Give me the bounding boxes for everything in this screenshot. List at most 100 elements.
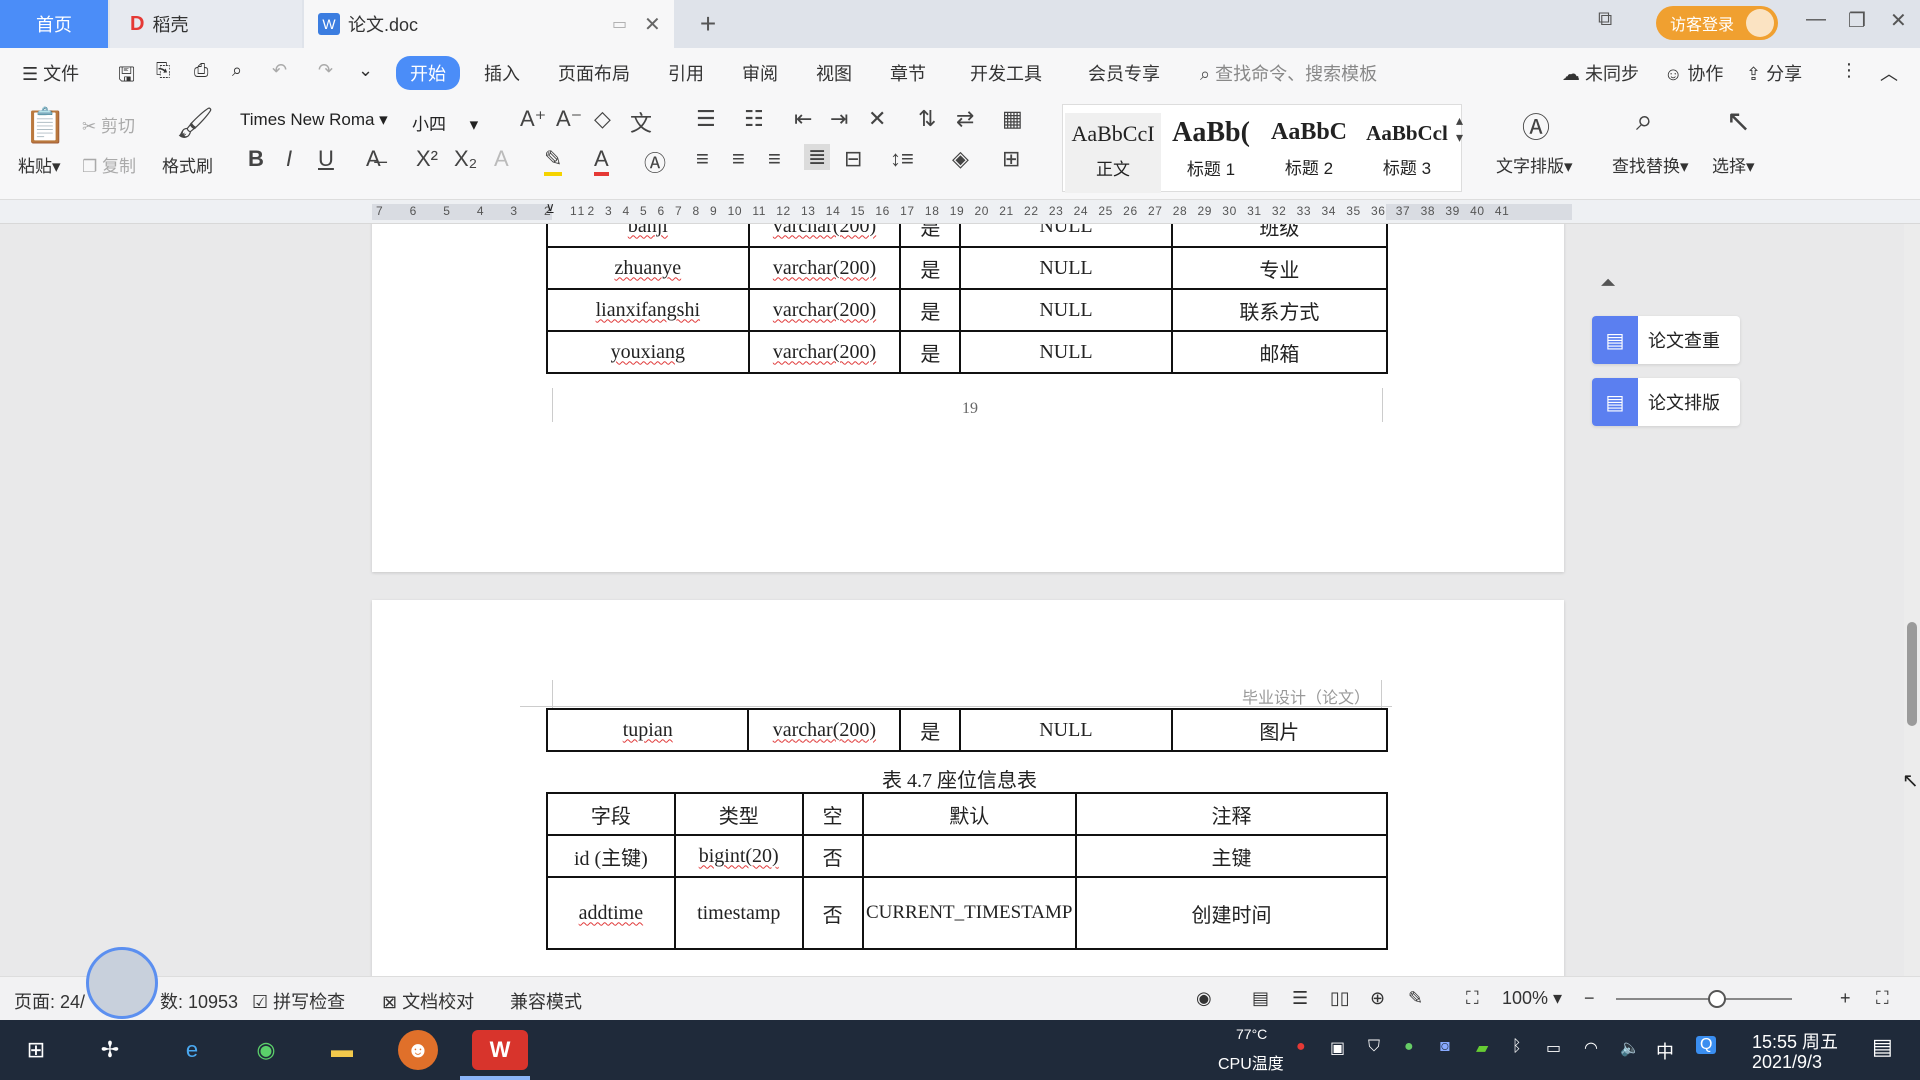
table-cell[interactable]: lianxifangshi — [546, 288, 750, 332]
ruler[interactable]: 7 6 5 4 3 2 1 1 2 3 4 5 6 7 8 9 10 11 12… — [0, 200, 1920, 224]
magnifier-icon[interactable]: ⌕ — [1636, 104, 1653, 138]
bold-icon[interactable]: B — [248, 146, 264, 172]
style-heading3[interactable]: AaBbCcl 标题 3 — [1359, 113, 1455, 193]
text-effect-icon[interactable]: A — [494, 146, 509, 172]
line-spacing-icon[interactable]: ↕≡ — [890, 146, 914, 172]
style-heading1[interactable]: AaBb( 标题 1 — [1163, 113, 1259, 193]
menu-insert[interactable]: 插入 — [484, 60, 520, 86]
indent-marker-icon[interactable]: ⊻ — [546, 202, 555, 216]
table-cell[interactable]: 注释 — [1074, 792, 1389, 836]
table-cell[interactable]: 专业 — [1170, 246, 1389, 290]
thesis-check-button[interactable]: ▤ 论文查重 — [1592, 316, 1740, 364]
style-heading2[interactable]: AaBbC 标题 2 — [1261, 113, 1357, 193]
zoom-out-icon[interactable]: − — [1584, 988, 1595, 1009]
vertical-scrollbar[interactable] — [1904, 224, 1920, 976]
select-button[interactable]: 选择▾ — [1712, 152, 1755, 177]
table-cell[interactable]: NULL — [959, 246, 1173, 290]
cut-button[interactable]: ✂ 剪切 — [82, 112, 135, 137]
font-color-icon[interactable]: A — [594, 146, 609, 176]
menu-vip[interactable]: 会员专享 — [1088, 60, 1160, 86]
sort-icon[interactable]: ⇅ — [918, 106, 936, 132]
close-window-icon[interactable]: ✕ — [1890, 8, 1907, 33]
format-painter-icon[interactable]: 🖌 — [176, 106, 214, 141]
volume-icon[interactable]: 🔈 — [1620, 1038, 1640, 1058]
menu-review[interactable]: 审阅 — [742, 60, 778, 86]
table-cell[interactable]: 空 — [801, 792, 864, 836]
menu-chapter[interactable]: 章节 — [890, 60, 926, 86]
notification-icon[interactable]: ▤ — [1872, 1034, 1893, 1060]
fit-page-icon[interactable]: ⛶ — [1466, 988, 1479, 1009]
assistant-avatar[interactable] — [86, 947, 158, 1019]
table-cell[interactable]: 创建时间 — [1074, 876, 1389, 950]
share-button[interactable]: ⇪ 分享 — [1746, 60, 1802, 86]
text-layout-icon[interactable]: Ⓐ — [1522, 106, 1550, 146]
bluetooth-icon[interactable]: ᛒ — [1512, 1038, 1522, 1056]
file-explorer-icon[interactable]: ▬ — [322, 1030, 362, 1070]
table-cell[interactable]: timestamp — [673, 876, 804, 950]
table-cell[interactable]: NULL — [959, 708, 1173, 752]
superscript-icon[interactable]: X² — [416, 146, 438, 172]
table-tools-icon[interactable]: ▦ — [1002, 106, 1023, 132]
tray-icon-2[interactable]: ▣ — [1330, 1038, 1345, 1058]
decrease-indent-icon[interactable]: ⇤ — [794, 106, 812, 132]
menu-references[interactable]: 引用 — [668, 60, 704, 86]
menu-page-layout[interactable]: 页面布局 — [558, 60, 630, 86]
paste-icon[interactable]: 📋 — [24, 106, 66, 146]
windows-start-icon[interactable]: ⊞ — [16, 1030, 56, 1070]
fullscreen-icon[interactable]: ⛶ — [1876, 988, 1889, 1009]
proofread-button[interactable]: ⊠ 文档校对 — [382, 988, 474, 1014]
scroll-top-icon[interactable]: ⏶ — [1600, 272, 1616, 295]
pen-icon[interactable]: ✎ — [1408, 988, 1423, 1009]
table-cell[interactable]: youxiang — [546, 330, 750, 374]
borders-icon[interactable]: ⊞ — [1002, 146, 1020, 172]
login-button[interactable]: 访客登录 — [1656, 6, 1778, 40]
font-size-select[interactable]: 小四 ▾ — [412, 110, 508, 136]
bullet-list-icon[interactable]: ☰ — [696, 106, 716, 132]
document-area[interactable]: banji varchar(200) 是 NULL 班级 zhuanye varchar(2… — [0, 224, 1920, 976]
nvidia-icon[interactable]: ▰ — [1476, 1038, 1488, 1058]
zoom-slider[interactable] — [1616, 990, 1792, 1008]
text-direction-icon[interactable]: ⇄ — [956, 106, 974, 132]
print-icon[interactable]: ⎙ — [194, 60, 208, 81]
tray-icon-1[interactable]: ● — [1296, 1038, 1306, 1056]
more-icon[interactable]: ⋮ — [1840, 60, 1858, 81]
tray-icon-3[interactable]: ● — [1404, 1038, 1414, 1056]
new-tab-button[interactable]: + — [690, 0, 726, 48]
table-cell[interactable]: 邮箱 — [1170, 330, 1389, 374]
table-cell[interactable]: 主键 — [1074, 834, 1389, 878]
cursor-icon[interactable]: ↖ — [1726, 104, 1751, 139]
clear-format-icon[interactable]: ◇ — [594, 106, 611, 132]
table-cell[interactable]: varchar(200) — [747, 330, 902, 374]
table-cell[interactable]: bigint(20) — [673, 834, 804, 878]
eye-protect-icon[interactable]: ◉ — [1196, 988, 1212, 1009]
table-cell[interactable]: 字段 — [546, 792, 676, 836]
table-cell[interactable]: CURRENT_TIMESTAMP — [861, 876, 1077, 950]
export-icon[interactable]: ⎘ — [156, 60, 170, 81]
collapse-ribbon-icon[interactable]: ︿ — [1880, 60, 1898, 86]
align-right-icon[interactable]: ≡ — [768, 146, 781, 172]
table-cell[interactable]: 是 — [899, 224, 962, 248]
screen-icon[interactable]: ▭ — [612, 14, 627, 34]
table-cell[interactable]: NULL — [959, 288, 1173, 332]
table-cell[interactable]: 是 — [899, 246, 962, 290]
battery-icon[interactable]: ▭ — [1546, 1038, 1561, 1058]
justify-icon[interactable]: ≣ — [804, 144, 831, 170]
save-icon[interactable]: 🖫 — [118, 60, 135, 94]
collab-button[interactable]: ☺ 协作 — [1664, 60, 1723, 86]
clock-date[interactable]: 2021/9/3 — [1752, 1052, 1822, 1073]
font-name-select[interactable]: Times New Roma ▾ — [240, 110, 406, 136]
wps-writer-icon[interactable]: W — [472, 1030, 528, 1070]
ime-indicator[interactable]: 中 — [1656, 1038, 1674, 1064]
table-cell[interactable]: varchar(200) — [747, 246, 902, 290]
scrollbar-thumb[interactable] — [1907, 622, 1917, 726]
style-normal[interactable]: AaBbCcI 正文 — [1065, 113, 1161, 193]
clock-time[interactable]: 15:55 周五 — [1752, 1028, 1838, 1054]
zoom-slider-handle[interactable] — [1708, 990, 1726, 1008]
table-cell[interactable]: 班级 — [1170, 224, 1389, 248]
minimize-icon[interactable]: — — [1806, 8, 1826, 31]
table-cell[interactable]: tupian — [545, 708, 750, 752]
file-menu[interactable]: ☰ 文件 — [22, 60, 79, 86]
browser-green-icon[interactable]: ◉ — [246, 1030, 286, 1070]
style-scroll-icon[interactable]: ▴ ▾ — [1456, 112, 1463, 146]
ie-browser-icon[interactable]: e — [172, 1030, 212, 1070]
